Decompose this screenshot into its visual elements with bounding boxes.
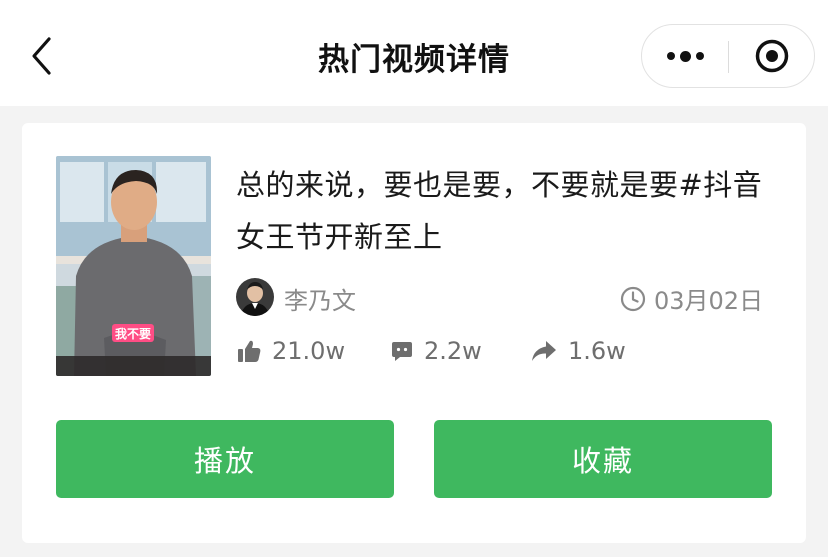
mini-program-capsule [641, 24, 815, 88]
favorite-button[interactable]: 收藏 [434, 420, 772, 498]
publish-date: 03月02日 [620, 281, 763, 316]
target-close-icon [755, 39, 789, 73]
likes-stat[interactable]: 21.0w [236, 337, 390, 365]
navigation-bar: 热门视频详情 [0, 0, 828, 106]
more-dots-icon [666, 52, 675, 60]
likes-count: 21.0w [272, 337, 346, 365]
stats-row: 21.0w 2.2w 1.6w [236, 333, 626, 369]
thumbs-up-icon [238, 340, 261, 362]
share-arrow-icon [532, 341, 556, 361]
shares-stat[interactable]: 1.6w [530, 337, 626, 365]
author-name[interactable]: 李乃文 [284, 281, 356, 316]
comment-icon [392, 342, 412, 361]
more-button[interactable] [642, 25, 728, 87]
thumbnail-caption: 我不要 [115, 326, 151, 341]
close-button[interactable] [729, 25, 815, 87]
comments-stat[interactable]: 2.2w [390, 337, 530, 365]
date-text: 03月02日 [654, 287, 764, 315]
video-detail-card: 我不要 总的来说，要也是要，不要就是要#抖音女王节开新至上 李乃文 03月02日… [22, 123, 806, 543]
video-title: 总的来说，要也是要，不要就是要#抖音女王节开新至上 [236, 168, 763, 254]
shares-count: 1.6w [568, 337, 626, 365]
comments-count: 2.2w [424, 337, 482, 365]
clock-icon [620, 286, 646, 311]
avatar[interactable] [236, 278, 274, 316]
video-thumbnail[interactable]: 我不要 [56, 156, 211, 376]
play-button[interactable]: 播放 [56, 420, 394, 498]
